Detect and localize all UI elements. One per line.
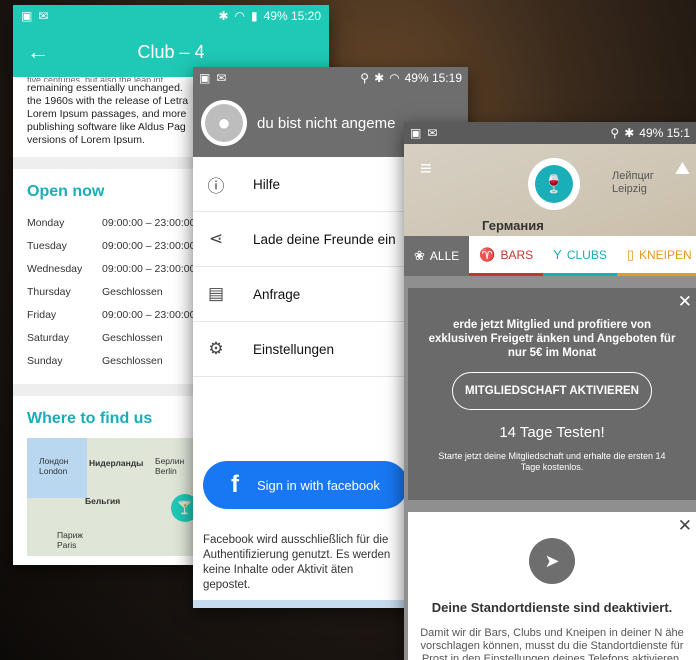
map-label-belgium: Бельгия <box>85 496 121 506</box>
menu-item-label: Einstellungen <box>253 341 335 357</box>
navigation-arrow-icon: ➤ <box>529 538 575 584</box>
hours-value: 09:00:00 – 23:00:00 <box>102 239 196 252</box>
image-icon: ▣ <box>199 71 211 85</box>
map-label-london: Лондон London <box>39 456 69 476</box>
beer-icon: ▯ <box>626 246 634 262</box>
image-icon: ▣ <box>410 126 422 140</box>
hamburger-menu-icon[interactable]: ≡ <box>420 158 432 181</box>
membership-popup: ✕ erde jetzt Mitglied und profitiere von… <box>408 288 696 500</box>
trial-subtitle: Starte jetzt deine Mitgliedschaft und er… <box>438 451 666 472</box>
tab-clubs[interactable]: Y CLUBS <box>543 236 617 276</box>
day-label: Friday <box>27 308 57 321</box>
day-label: Monday <box>27 216 65 229</box>
facebook-button-label: Sign in with facebook <box>257 477 380 493</box>
map-label-germany: Германия <box>482 218 544 233</box>
hours-value: 09:00:00 – 23:00:00 <box>102 216 196 229</box>
image-icon: ▣ <box>21 9 33 23</box>
status-bar: ▣ ✉ ✱ ◠ ▮ 49% 15:20 <box>13 5 329 27</box>
settings-icon: ⚙ <box>208 339 224 358</box>
tab-label: CLUBS <box>566 247 607 262</box>
wifi-icon: ◠ <box>389 71 400 85</box>
location-heading: Deine Standortdienste sind deaktiviert. <box>431 600 673 615</box>
status-time: 49% 15:20 <box>263 9 321 23</box>
activate-membership-button[interactable]: MITGLIEDSCHAFT AKTIVIEREN <box>452 372 652 410</box>
wine-glass-icon: ♈ <box>479 246 496 262</box>
category-tabs: ❀ ALLE ♈ BARS Y CLUBS ▯ KNEIPEN <box>404 236 696 276</box>
help-icon: ⓘ <box>207 176 225 196</box>
user-name: du bist nicht angeme <box>257 114 396 132</box>
feedback-icon: ▤ <box>207 284 225 303</box>
location-disabled-popup: ✕ ➤ Deine Standortdienste sind deaktivie… <box>408 512 696 660</box>
map-label-netherlands: Нидерланды <box>89 458 144 468</box>
day-label: Saturday <box>27 331 70 344</box>
mail-icon: ✉ <box>38 9 49 23</box>
close-icon[interactable]: ✕ <box>678 516 692 536</box>
map-screen: ▣ ✉ ⚲ ✱ 49% 15:1 ≡ 🍷 ⛰ Лейпциг Leipzig Г… <box>404 122 696 660</box>
promo-text: erde jetzt Mitglied und profitiere von e… <box>428 319 676 359</box>
page-title: Club – 4 <box>137 41 205 62</box>
menu-item-label: Lade deine Freunde ein <box>253 231 396 247</box>
tab-label: ALLE <box>429 249 460 263</box>
hours-value: Geschlossen <box>102 285 163 298</box>
tab-kneipen[interactable]: ▯ KNEIPEN <box>616 236 696 276</box>
map-label-leipzig: Лейпциг Leipzig <box>612 170 654 195</box>
all-icon: ❀ <box>414 248 425 263</box>
bluetooth-icon: ✱ <box>374 71 385 85</box>
avatar[interactable]: ● <box>201 100 247 146</box>
back-arrow-icon[interactable]: ← <box>27 39 51 65</box>
cocktail-icon: Y <box>553 247 562 262</box>
status-time: 49% 15:1 <box>639 126 690 140</box>
app-logo: 🍷 <box>528 158 580 210</box>
trial-title: 14 Tage Testen! <box>499 424 605 441</box>
tab-bars[interactable]: ♈ BARS <box>469 236 544 276</box>
mail-icon: ✉ <box>216 71 227 85</box>
wifi-icon: ◠ <box>234 9 245 23</box>
facebook-note: Facebook wird ausschließlich für die Aut… <box>203 534 391 591</box>
location-body: Damit wir dir Bars, Clubs und Kneipen in… <box>420 627 684 660</box>
hours-value: 09:00:00 – 23:00:00 <box>102 262 196 275</box>
tab-label: KNEIPEN <box>638 247 692 262</box>
location-icon: ⚲ <box>610 126 620 140</box>
hours-value: 09:00:00 – 23:00:00 <box>102 308 196 321</box>
map-label-paris: Париж Paris <box>57 530 83 550</box>
day-label: Wednesday <box>27 262 83 275</box>
mail-icon: ✉ <box>427 126 438 140</box>
close-icon[interactable]: ✕ <box>678 292 692 312</box>
status-time: 49% 15:19 <box>404 71 462 85</box>
hours-value: Geschlossen <box>102 331 163 344</box>
map-view-icon[interactable]: ⛰ <box>675 158 690 179</box>
location-icon: ⚲ <box>360 71 370 85</box>
day-label: Sunday <box>27 354 63 367</box>
menu-item-label: Anfrage <box>253 286 301 302</box>
facebook-icon: f <box>231 471 239 498</box>
status-bar: ▣ ✉ ⚲ ✱ 49% 15:1 <box>404 122 696 144</box>
hours-value: Geschlossen <box>102 354 163 367</box>
menu-item-label: Hilfe <box>253 176 281 192</box>
bluetooth-icon: ✱ <box>218 9 229 23</box>
wine-glass-icon: 🍷 <box>535 165 573 203</box>
map-label-berlin: Берлин Berlin <box>155 456 185 476</box>
person-icon: ● <box>205 104 243 142</box>
facebook-signin-button[interactable]: f Sign in with facebook <box>203 461 408 509</box>
day-label: Thursday <box>27 285 71 298</box>
share-icon: ⋖ <box>208 229 224 248</box>
status-bar: ▣ ✉ ⚲ ✱ ◠ 49% 15:19 <box>193 67 468 89</box>
tab-alle[interactable]: ❀ ALLE <box>404 236 470 276</box>
signal-icon: ▮ <box>251 9 258 23</box>
tab-label: BARS <box>500 247 534 262</box>
day-label: Tuesday <box>27 239 67 252</box>
bluetooth-icon: ✱ <box>624 126 635 140</box>
